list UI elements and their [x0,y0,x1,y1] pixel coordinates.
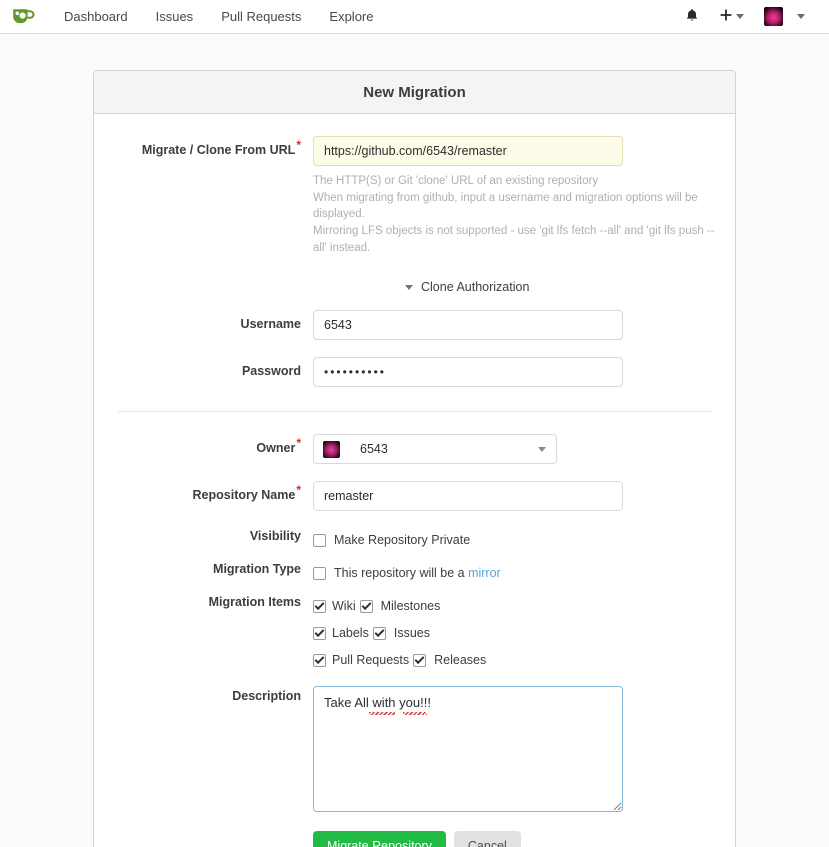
create-new-button[interactable] [709,0,754,34]
section-divider [118,411,711,413]
description-textarea[interactable] [313,686,623,813]
chevron-down-icon [538,446,546,452]
labels-label[interactable]: Labels [332,626,369,640]
owner-dropdown[interactable]: 6543 [313,434,557,465]
mirror-checkbox[interactable] [313,566,326,580]
notifications-button[interactable] [675,0,709,34]
mirror-link[interactable]: mirror [468,566,501,580]
plus-icon [719,8,733,25]
label-migration-type: Migration Type [213,562,301,577]
migration-items-row: Labels Issues [313,623,717,643]
releases-label[interactable]: Releases [434,653,486,667]
make-repository-private-checkbox[interactable] [313,533,326,547]
issues-checkbox[interactable] [372,626,386,640]
field-migration-type: Migration Type This repository will be a… [94,561,735,583]
label-password: Password [241,364,301,379]
nav-links: Dashboard Issues Pull Requests Explore [50,0,387,34]
page-title: New Migration [94,71,735,114]
field-migration-items: Migration Items Wiki Milestones Labels I… [94,594,735,670]
username-input[interactable] [313,310,623,341]
clone-url-help: The HTTP(S) or Git 'clone' URL of an exi… [313,173,717,256]
mirror-text: This repository will be a [334,566,469,581]
pull-requests-checkbox[interactable] [313,653,326,667]
gitea-logo-icon[interactable] [10,5,36,29]
required-marker: * [296,436,301,451]
make-repository-private-label[interactable]: Make Repository Private [334,533,470,547]
owner-selected-value: 6543 [360,442,388,457]
field-repository-name: Repository Name* [94,481,735,512]
label-repository-name: Repository Name* [192,483,301,503]
repository-name-input[interactable] [313,481,623,512]
issues-label[interactable]: Issues [394,626,430,640]
chevron-down-icon [797,14,805,19]
field-username: Username [94,310,735,341]
migrate-repository-button[interactable]: Migrate Repository [313,831,446,847]
migration-items-row: Wiki Milestones [313,596,717,616]
label-visibility: Visibility [249,529,301,544]
label-clone-url: Migrate / Clone From URL* [141,137,301,157]
label-description: Description [232,689,301,704]
new-migration-card: New Migration Migrate / Clone From URL* … [93,70,736,847]
field-owner: Owner* 6543 [94,434,735,465]
nav-link-issues[interactable]: Issues [142,0,208,34]
bell-icon [685,8,699,26]
field-password: Password •••••••••• [94,357,735,388]
migration-type-row: This repository will be a mirror [313,563,717,583]
page-container: New Migration Migrate / Clone From URL* … [0,34,829,847]
pull-requests-label[interactable]: Pull Requests [332,653,409,667]
help-line-1: The HTTP(S) or Git 'clone' URL of an exi… [313,175,599,187]
required-marker: * [296,483,301,498]
field-description: Description Migrate Repository Cancel [94,686,735,847]
password-input[interactable]: •••••••••• [313,357,623,388]
required-marker: * [296,137,301,152]
migration-form: Migrate / Clone From URL* The HTTP(S) or… [94,114,735,847]
nav-link-dashboard[interactable]: Dashboard [50,0,142,34]
field-clone-url: Migrate / Clone From URL* The HTTP(S) or… [94,136,735,256]
migration-items-row: Pull Requests Releases [313,650,717,670]
avatar [764,7,783,26]
navbar-right-group [675,0,815,34]
visibility-row: Make Repository Private [313,530,717,550]
help-line-2: When migrating from github, input a user… [313,191,698,221]
help-line-3: Mirroring LFS objects is not supported -… [313,225,715,254]
milestones-checkbox[interactable] [359,599,373,613]
triangle-down-icon [405,284,413,290]
wiki-checkbox[interactable] [313,599,326,613]
description-wrapper [313,686,623,815]
wiki-label[interactable]: Wiki [332,599,356,613]
chevron-down-icon [736,14,744,19]
label-username: Username [240,317,301,332]
clone-authorization-toggle[interactable]: Clone Authorization [94,280,735,294]
form-actions: Migrate Repository Cancel [313,831,717,847]
releases-checkbox[interactable] [413,653,427,667]
milestones-label[interactable]: Milestones [381,599,441,613]
clone-url-input[interactable] [313,136,623,166]
label-owner: Owner* [256,436,301,456]
field-visibility: Visibility Make Repository Private [94,528,735,550]
labels-checkbox[interactable] [313,626,326,640]
nav-link-explore[interactable]: Explore [315,0,387,34]
label-migration-items: Migration Items [208,595,301,610]
clone-authorization-label: Clone Authorization [421,280,530,295]
top-navbar: Dashboard Issues Pull Requests Explore [0,0,829,34]
user-menu-button[interactable] [754,0,815,34]
mirror-label[interactable]: This repository will be a mirror [334,566,501,580]
owner-avatar [323,440,340,458]
cancel-button[interactable]: Cancel [453,831,521,847]
nav-link-pull-requests[interactable]: Pull Requests [207,0,315,34]
